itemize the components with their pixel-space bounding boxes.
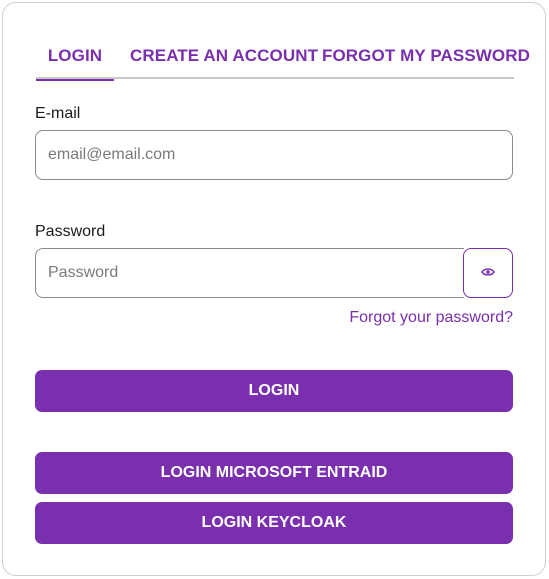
eye-icon: [481, 264, 495, 282]
auth-tabs: LOGIN CREATE AN ACCOUNT FORGOT MY PASSWO…: [36, 39, 530, 81]
tab-forgot-password[interactable]: FORGOT MY PASSWORD: [322, 39, 530, 79]
password-input[interactable]: [35, 248, 464, 298]
email-label: E-mail: [35, 105, 81, 122]
toggle-password-visibility-button[interactable]: [463, 248, 513, 298]
login-microsoft-entraid-button[interactable]: LOGIN MICROSOFT ENTRAID: [35, 452, 513, 494]
login-keycloak-button[interactable]: LOGIN KEYCLOAK: [35, 502, 513, 544]
tab-create-account[interactable]: CREATE AN ACCOUNT: [130, 39, 318, 79]
email-input[interactable]: [35, 130, 513, 180]
password-label: Password: [35, 223, 106, 240]
login-button[interactable]: LOGIN: [35, 370, 513, 412]
forgot-password-link[interactable]: Forgot your password?: [349, 309, 513, 327]
tab-login[interactable]: LOGIN: [36, 39, 114, 81]
